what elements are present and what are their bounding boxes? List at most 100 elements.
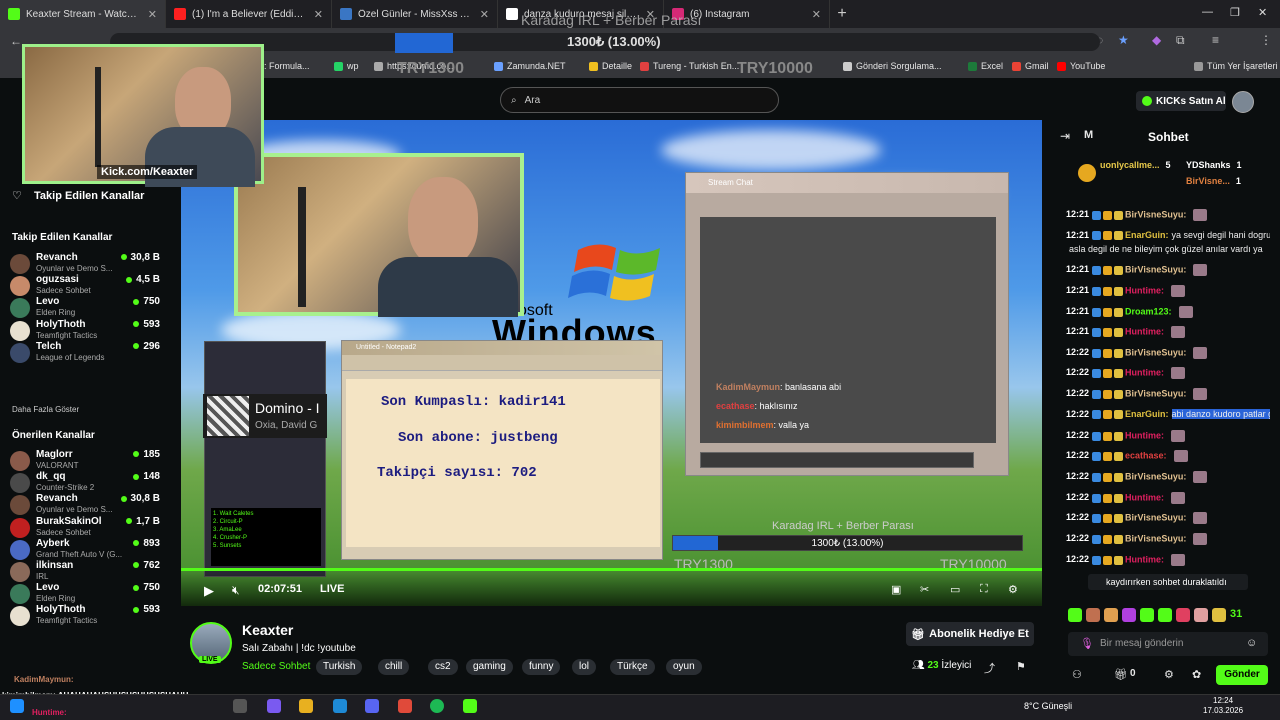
emote-icon[interactable] (1212, 608, 1226, 622)
chat-message[interactable]: 12:22 Huntime: (1066, 492, 1270, 504)
sidebar-channel[interactable]: HolyThoth Teamfight Tactics 593 (10, 319, 170, 343)
emote-icon[interactable] (1158, 608, 1172, 622)
bookmark-item[interactable]: wp (334, 61, 359, 71)
stream-tag[interactable]: cs2 (428, 659, 458, 675)
chat-message[interactable]: 12:22 BirVisneSuyu: (1066, 512, 1270, 524)
tab-close-icon[interactable]: ✕ (148, 8, 157, 21)
chat-username[interactable]: Huntime: (1125, 430, 1164, 440)
chat-username[interactable]: Droam123: (1125, 306, 1172, 316)
stream-tag[interactable]: gaming (466, 659, 513, 675)
tab-close-icon[interactable]: ✕ (314, 8, 323, 21)
stream-tag[interactable]: Turkish (316, 659, 363, 675)
chat-username[interactable]: EnarGuin: (1125, 409, 1169, 419)
chat-message-input[interactable]: Bir mesaj gönderin (1068, 632, 1268, 656)
sidebar-channel[interactable]: ilkinsan IRL 762 (10, 560, 170, 584)
start-icon[interactable] (10, 699, 24, 713)
chat-username[interactable]: BirVisneSuyu: (1125, 388, 1186, 398)
fullscreen-icon[interactable]: ⛶ (980, 583, 988, 596)
chat-message[interactable]: 12:21 Droam123: (1066, 306, 1270, 318)
sidebar-channel[interactable]: Levo Elden Ring 750 (10, 582, 170, 606)
stream-tag[interactable]: lol (572, 659, 597, 675)
chat-message[interactable]: 12:21 EnarGuin: ya sevgi degil hani dogru … (1066, 230, 1270, 241)
sidebar-channel[interactable]: Levo Elden Ring 750 (10, 296, 170, 320)
sidebar-channel[interactable]: Ayberk Grand Theft Auto V (G... 893 (10, 538, 170, 562)
chat-username[interactable]: BirVisneSuyu: (1125, 512, 1186, 522)
chat-message[interactable]: 12:22 Huntime: (1066, 367, 1270, 379)
chat-message[interactable]: 12:22 BirVisneSuyu: (1066, 388, 1270, 400)
emote-icon[interactable] (1176, 608, 1190, 622)
chat-message[interactable]: 12:21 BirVisneSuyu: (1066, 264, 1270, 276)
kicks-button[interactable]: KICKs Satın Al (1136, 91, 1226, 111)
stream-tag[interactable]: oyun (666, 659, 702, 675)
task-view-icon[interactable] (233, 699, 247, 713)
chat-username[interactable]: Huntime: (1125, 367, 1164, 377)
chat-message[interactable]: 12:22 BirVisneSuyu: (1066, 347, 1270, 359)
emoji-icon[interactable]: ☺ (1246, 637, 1257, 649)
puzzle-icon[interactable]: ⧉ (1176, 33, 1185, 48)
chat-message[interactable]: 12:21 Huntime: (1066, 326, 1270, 338)
collapse-chat-icon[interactable]: ⇥ (1060, 129, 1070, 143)
emote-icon[interactable] (1068, 608, 1082, 622)
sidebar-channel[interactable]: Revanch Oyunlar ve Demo S... 30,8 B (10, 493, 170, 517)
chrome-icon[interactable] (398, 699, 412, 713)
chat-username[interactable]: Huntime: (1125, 326, 1164, 336)
pip-icon[interactable]: ▣ (891, 583, 901, 596)
browser-tab[interactable]: (1) I'm a Believer (Eddie Murph ✕ (166, 0, 332, 28)
chat-username[interactable]: Huntime: (1125, 554, 1164, 564)
stream-category[interactable]: Sadece Sohbet (242, 661, 310, 672)
bookmark-item[interactable]: Gmail (1012, 61, 1049, 71)
chat-username[interactable]: BirVisneSuyu: (1125, 471, 1186, 481)
top-gifter[interactable]: BirVisne... 1 (1186, 176, 1241, 186)
tab-close-icon[interactable]: ✕ (480, 8, 489, 21)
chat-username[interactable]: ecathase: (1125, 450, 1167, 460)
top-gifter[interactable]: uonlycallme... 5 (1100, 160, 1171, 170)
users-icon[interactable]: ⚇ (1072, 668, 1082, 681)
search-input[interactable]: ⌕ Ara (500, 87, 779, 113)
send-button[interactable]: Gönder (1216, 665, 1268, 685)
bookmark-item[interactable]: Gönderi Sorgulama... (843, 61, 942, 71)
chat-username[interactable]: BirVisneSuyu: (1125, 347, 1186, 357)
chat-message[interactable]: 12:22 BirVisneSuyu: (1066, 471, 1270, 483)
emote-icon[interactable] (1194, 608, 1208, 622)
chat-message[interactable]: 12:21 BirVisneSuyu: (1066, 209, 1270, 221)
streamer-name[interactable]: Keaxter (242, 622, 293, 638)
mic-icon[interactable]: 🎙︎ (1080, 637, 1094, 650)
chat-username[interactable]: BirVisneSuyu: (1125, 209, 1186, 219)
play-icon[interactable]: ▶ (204, 583, 214, 599)
bookmark-item[interactable]: YouTube (1057, 61, 1105, 71)
top-gifter[interactable]: YDShanks 1 (1186, 160, 1242, 170)
chat-message[interactable]: 12:21 Huntime: (1066, 285, 1270, 297)
emote-icon[interactable] (1104, 608, 1118, 622)
more-vert-icon[interactable]: ⋮ (1260, 33, 1272, 47)
emote-icon[interactable] (1122, 608, 1136, 622)
chat-paused-notice[interactable]: kaydırırken sohbet duraklatıldı (1088, 574, 1248, 590)
chat-username[interactable]: BirVisneSuyu: (1125, 533, 1186, 543)
chat-mod-icon[interactable]: ✿ (1192, 668, 1201, 681)
extension-icon[interactable]: ◆ (1152, 33, 1161, 47)
chat-message[interactable]: 12:22 EnarGuin:abi danzo kudoro patlar gi… (1066, 409, 1270, 420)
clock[interactable]: 12:24 17.03.2026 (1203, 696, 1243, 716)
gift-sub-button[interactable]: 🎁︎ Abonelik Hediye Et (906, 622, 1034, 646)
new-tab-button[interactable]: + (830, 5, 854, 23)
chat-message[interactable]: asla degil de ne bileyim çok güzel anıla… (1066, 244, 1270, 254)
sidebar-channel[interactable]: BurakSakinOl Sadece Sohbet 1,7 B (10, 516, 170, 540)
clip-icon[interactable]: ✂ (920, 583, 929, 596)
bookmark-item[interactable]: Detaille (589, 61, 632, 71)
following-nav-label[interactable]: Takip Edilen Kanallar (34, 190, 144, 202)
report-icon[interactable]: ⚑ (1016, 660, 1026, 673)
spotify-icon[interactable] (430, 699, 444, 713)
seek-bar[interactable] (181, 568, 1042, 571)
kick-app-icon[interactable] (463, 699, 477, 713)
chat-username[interactable]: EnarGuin: (1125, 230, 1169, 240)
sidebar-channel[interactable]: oguzsasi Sadece Sohbet 4,5 B (10, 274, 170, 298)
close-window-icon[interactable]: ✕ (1258, 6, 1267, 19)
chat-message[interactable]: 12:22 Huntime: (1066, 554, 1270, 566)
avatar[interactable] (1232, 91, 1254, 113)
settings-gear-icon[interactable]: ⚙ (1008, 583, 1018, 596)
sidebar-channel[interactable]: Revanch Oyunlar ve Demo S... 30,8 B (10, 252, 170, 276)
file-explorer-icon[interactable] (299, 699, 313, 713)
emote-icon[interactable] (1086, 608, 1100, 622)
discord-icon[interactable] (365, 699, 379, 713)
theater-icon[interactable]: ▭ (950, 583, 960, 596)
copilot-icon[interactable] (267, 699, 281, 713)
